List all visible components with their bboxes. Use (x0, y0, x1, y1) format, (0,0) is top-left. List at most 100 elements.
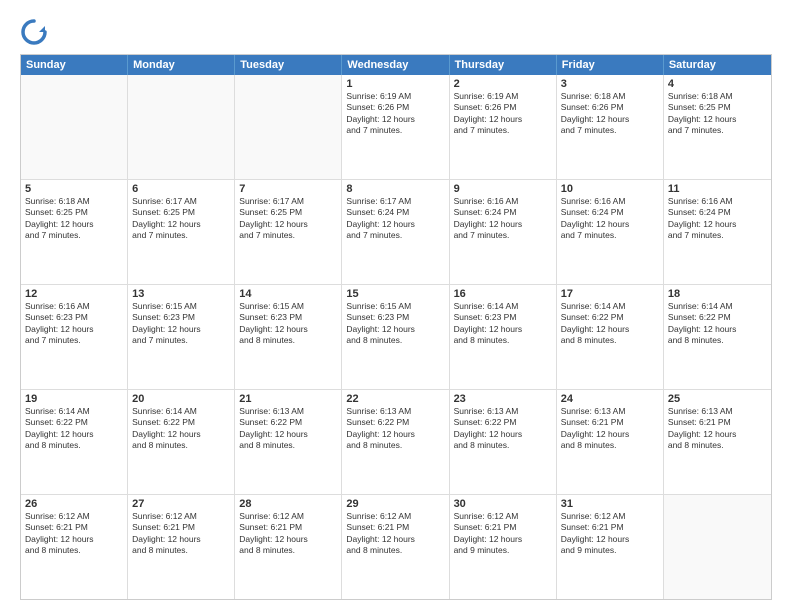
day-cell-13: 13Sunrise: 6:15 AM Sunset: 6:23 PM Dayli… (128, 285, 235, 389)
empty-cell-0-2 (235, 75, 342, 179)
day-cell-26: 26Sunrise: 6:12 AM Sunset: 6:21 PM Dayli… (21, 495, 128, 599)
day-number: 2 (454, 78, 552, 90)
day-number: 11 (668, 183, 767, 195)
day-number: 5 (25, 183, 123, 195)
day-info: Sunrise: 6:14 AM Sunset: 6:22 PM Dayligh… (561, 301, 659, 347)
day-number: 6 (132, 183, 230, 195)
day-cell-30: 30Sunrise: 6:12 AM Sunset: 6:21 PM Dayli… (450, 495, 557, 599)
day-number: 17 (561, 288, 659, 300)
day-number: 22 (346, 393, 444, 405)
day-cell-19: 19Sunrise: 6:14 AM Sunset: 6:22 PM Dayli… (21, 390, 128, 494)
day-number: 16 (454, 288, 552, 300)
calendar-body: 1Sunrise: 6:19 AM Sunset: 6:26 PM Daylig… (21, 75, 771, 599)
weekday-header-friday: Friday (557, 55, 664, 75)
day-number: 15 (346, 288, 444, 300)
day-info: Sunrise: 6:14 AM Sunset: 6:22 PM Dayligh… (132, 406, 230, 452)
day-info: Sunrise: 6:13 AM Sunset: 6:22 PM Dayligh… (454, 406, 552, 452)
day-cell-31: 31Sunrise: 6:12 AM Sunset: 6:21 PM Dayli… (557, 495, 664, 599)
day-info: Sunrise: 6:15 AM Sunset: 6:23 PM Dayligh… (132, 301, 230, 347)
day-number: 20 (132, 393, 230, 405)
logo-icon (20, 18, 48, 46)
day-cell-15: 15Sunrise: 6:15 AM Sunset: 6:23 PM Dayli… (342, 285, 449, 389)
day-number: 21 (239, 393, 337, 405)
day-number: 7 (239, 183, 337, 195)
day-number: 13 (132, 288, 230, 300)
day-info: Sunrise: 6:18 AM Sunset: 6:25 PM Dayligh… (25, 196, 123, 242)
calendar-row-2: 5Sunrise: 6:18 AM Sunset: 6:25 PM Daylig… (21, 180, 771, 285)
day-info: Sunrise: 6:13 AM Sunset: 6:22 PM Dayligh… (346, 406, 444, 452)
day-number: 24 (561, 393, 659, 405)
day-cell-24: 24Sunrise: 6:13 AM Sunset: 6:21 PM Dayli… (557, 390, 664, 494)
day-cell-5: 5Sunrise: 6:18 AM Sunset: 6:25 PM Daylig… (21, 180, 128, 284)
day-cell-27: 27Sunrise: 6:12 AM Sunset: 6:21 PM Dayli… (128, 495, 235, 599)
day-info: Sunrise: 6:16 AM Sunset: 6:24 PM Dayligh… (561, 196, 659, 242)
day-info: Sunrise: 6:12 AM Sunset: 6:21 PM Dayligh… (454, 511, 552, 557)
day-info: Sunrise: 6:12 AM Sunset: 6:21 PM Dayligh… (561, 511, 659, 557)
day-number: 4 (668, 78, 767, 90)
day-cell-9: 9Sunrise: 6:16 AM Sunset: 6:24 PM Daylig… (450, 180, 557, 284)
day-number: 14 (239, 288, 337, 300)
day-number: 29 (346, 498, 444, 510)
calendar-row-4: 19Sunrise: 6:14 AM Sunset: 6:22 PM Dayli… (21, 390, 771, 495)
day-number: 23 (454, 393, 552, 405)
day-number: 27 (132, 498, 230, 510)
day-info: Sunrise: 6:13 AM Sunset: 6:21 PM Dayligh… (668, 406, 767, 452)
day-cell-17: 17Sunrise: 6:14 AM Sunset: 6:22 PM Dayli… (557, 285, 664, 389)
header (20, 18, 772, 46)
day-info: Sunrise: 6:19 AM Sunset: 6:26 PM Dayligh… (346, 91, 444, 137)
day-number: 8 (346, 183, 444, 195)
day-info: Sunrise: 6:14 AM Sunset: 6:22 PM Dayligh… (25, 406, 123, 452)
day-number: 18 (668, 288, 767, 300)
weekday-header-tuesday: Tuesday (235, 55, 342, 75)
calendar-row-3: 12Sunrise: 6:16 AM Sunset: 6:23 PM Dayli… (21, 285, 771, 390)
day-cell-2: 2Sunrise: 6:19 AM Sunset: 6:26 PM Daylig… (450, 75, 557, 179)
day-cell-29: 29Sunrise: 6:12 AM Sunset: 6:21 PM Dayli… (342, 495, 449, 599)
calendar-row-1: 1Sunrise: 6:19 AM Sunset: 6:26 PM Daylig… (21, 75, 771, 180)
weekday-header-wednesday: Wednesday (342, 55, 449, 75)
day-number: 19 (25, 393, 123, 405)
empty-cell-0-1 (128, 75, 235, 179)
day-number: 3 (561, 78, 659, 90)
day-number: 12 (25, 288, 123, 300)
day-info: Sunrise: 6:12 AM Sunset: 6:21 PM Dayligh… (239, 511, 337, 557)
day-number: 10 (561, 183, 659, 195)
day-cell-8: 8Sunrise: 6:17 AM Sunset: 6:24 PM Daylig… (342, 180, 449, 284)
day-cell-25: 25Sunrise: 6:13 AM Sunset: 6:21 PM Dayli… (664, 390, 771, 494)
day-cell-11: 11Sunrise: 6:16 AM Sunset: 6:24 PM Dayli… (664, 180, 771, 284)
weekday-header-thursday: Thursday (450, 55, 557, 75)
day-cell-14: 14Sunrise: 6:15 AM Sunset: 6:23 PM Dayli… (235, 285, 342, 389)
empty-cell-0-0 (21, 75, 128, 179)
day-cell-23: 23Sunrise: 6:13 AM Sunset: 6:22 PM Dayli… (450, 390, 557, 494)
day-cell-18: 18Sunrise: 6:14 AM Sunset: 6:22 PM Dayli… (664, 285, 771, 389)
day-info: Sunrise: 6:12 AM Sunset: 6:21 PM Dayligh… (132, 511, 230, 557)
weekday-header-sunday: Sunday (21, 55, 128, 75)
day-info: Sunrise: 6:17 AM Sunset: 6:24 PM Dayligh… (346, 196, 444, 242)
day-cell-22: 22Sunrise: 6:13 AM Sunset: 6:22 PM Dayli… (342, 390, 449, 494)
day-number: 25 (668, 393, 767, 405)
page: SundayMondayTuesdayWednesdayThursdayFrid… (0, 0, 792, 612)
calendar: SundayMondayTuesdayWednesdayThursdayFrid… (20, 54, 772, 600)
day-cell-10: 10Sunrise: 6:16 AM Sunset: 6:24 PM Dayli… (557, 180, 664, 284)
day-cell-6: 6Sunrise: 6:17 AM Sunset: 6:25 PM Daylig… (128, 180, 235, 284)
day-number: 26 (25, 498, 123, 510)
day-number: 1 (346, 78, 444, 90)
day-info: Sunrise: 6:17 AM Sunset: 6:25 PM Dayligh… (132, 196, 230, 242)
day-cell-20: 20Sunrise: 6:14 AM Sunset: 6:22 PM Dayli… (128, 390, 235, 494)
day-cell-3: 3Sunrise: 6:18 AM Sunset: 6:26 PM Daylig… (557, 75, 664, 179)
day-cell-16: 16Sunrise: 6:14 AM Sunset: 6:23 PM Dayli… (450, 285, 557, 389)
day-cell-7: 7Sunrise: 6:17 AM Sunset: 6:25 PM Daylig… (235, 180, 342, 284)
day-info: Sunrise: 6:18 AM Sunset: 6:25 PM Dayligh… (668, 91, 767, 137)
day-info: Sunrise: 6:13 AM Sunset: 6:22 PM Dayligh… (239, 406, 337, 452)
day-info: Sunrise: 6:18 AM Sunset: 6:26 PM Dayligh… (561, 91, 659, 137)
day-number: 31 (561, 498, 659, 510)
day-info: Sunrise: 6:15 AM Sunset: 6:23 PM Dayligh… (346, 301, 444, 347)
day-info: Sunrise: 6:14 AM Sunset: 6:23 PM Dayligh… (454, 301, 552, 347)
day-info: Sunrise: 6:12 AM Sunset: 6:21 PM Dayligh… (25, 511, 123, 557)
day-info: Sunrise: 6:14 AM Sunset: 6:22 PM Dayligh… (668, 301, 767, 347)
day-number: 30 (454, 498, 552, 510)
day-info: Sunrise: 6:12 AM Sunset: 6:21 PM Dayligh… (346, 511, 444, 557)
day-info: Sunrise: 6:16 AM Sunset: 6:24 PM Dayligh… (668, 196, 767, 242)
day-info: Sunrise: 6:16 AM Sunset: 6:24 PM Dayligh… (454, 196, 552, 242)
day-info: Sunrise: 6:17 AM Sunset: 6:25 PM Dayligh… (239, 196, 337, 242)
day-cell-1: 1Sunrise: 6:19 AM Sunset: 6:26 PM Daylig… (342, 75, 449, 179)
